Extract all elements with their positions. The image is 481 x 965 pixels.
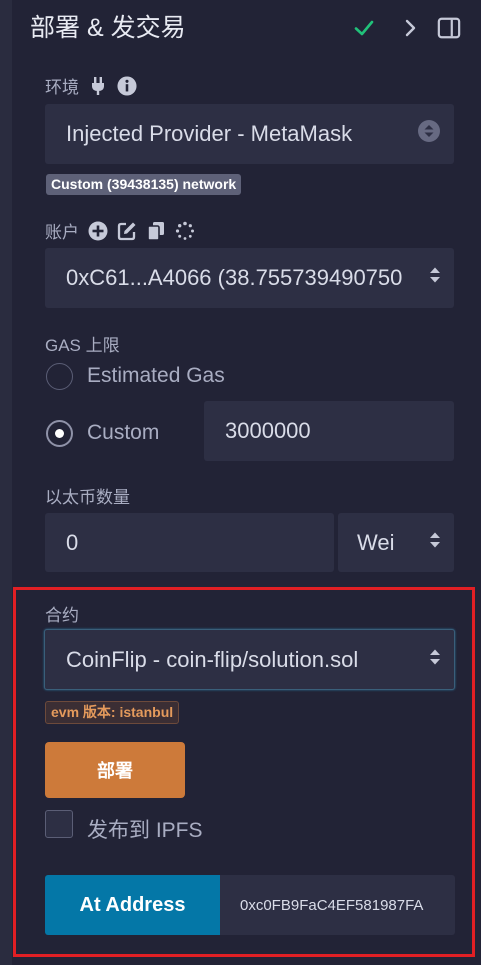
environment-value: Injected Provider - MetaMask [66, 121, 353, 146]
contract-value: CoinFlip - coin-flip/solution.sol [66, 646, 359, 672]
plus-circle-icon[interactable] [88, 221, 108, 241]
custom-gas-label[interactable]: Custom [87, 421, 159, 445]
select-arrows-icon [428, 264, 442, 292]
publish-ipfs-checkbox[interactable] [45, 810, 73, 838]
panel-header: 部署 & 发交易 [30, 10, 470, 46]
environment-select[interactable]: Injected Provider - MetaMask [45, 104, 454, 164]
chevron-right-icon[interactable] [398, 16, 422, 40]
value-input[interactable]: 0 [45, 513, 334, 572]
account-label-text: 账户 [45, 223, 79, 242]
copy-icon[interactable] [146, 221, 166, 241]
check-icon[interactable] [352, 16, 376, 40]
gas-limit-value: 3000000 [225, 418, 311, 443]
environment-label: 环境 [45, 73, 137, 98]
account-value: 0xC61...A4066 (38.755739490750 [66, 265, 403, 290]
account-label: 账户 [45, 218, 195, 243]
value-amount: 0 [66, 529, 79, 555]
environment-label-text: 环境 [45, 78, 79, 97]
account-select[interactable]: 0xC61...A4066 (38.755739490750 [45, 248, 454, 308]
contract-label: 合约 [45, 601, 79, 626]
value-label: 以太币数量 [45, 483, 130, 508]
spinner-icon[interactable] [175, 221, 195, 241]
select-arrows-icon [418, 120, 440, 148]
panel-icon[interactable] [437, 16, 461, 40]
estimated-gas-radio[interactable] [46, 363, 73, 390]
custom-gas-radio[interactable] [46, 420, 73, 447]
select-arrows-icon [428, 529, 442, 557]
select-arrows-icon [428, 646, 442, 674]
edit-icon[interactable] [117, 221, 137, 241]
publish-ipfs-label[interactable]: 发布到 IPFS [87, 814, 203, 844]
contract-select[interactable]: CoinFlip - coin-flip/solution.sol [44, 629, 455, 690]
estimated-gas-label[interactable]: Estimated Gas [87, 364, 225, 388]
evm-version-badge: evm 版本: istanbul [45, 701, 180, 724]
info-icon[interactable] [117, 75, 137, 96]
network-badge: Custom (39438135) network [46, 174, 242, 195]
at-address-value: 0xc0FB9FaC4EF581987FA [240, 896, 424, 914]
gas-limit-input[interactable]: 3000000 [204, 401, 454, 461]
left-panel-edge [0, 0, 12, 965]
plug-icon [88, 76, 108, 96]
value-label-text: 以太币数量 [45, 488, 130, 507]
unit-select[interactable]: Wei [338, 513, 454, 572]
deploy-button[interactable]: 部署 [45, 742, 185, 798]
panel-title: 部署 & 发交易 [30, 14, 186, 42]
at-address-button[interactable]: At Address [45, 875, 220, 935]
gas-limit-label: GAS 上限 [45, 331, 120, 356]
contract-label-text: 合约 [45, 606, 79, 625]
unit-value: Wei [357, 529, 395, 555]
gas-limit-label-text: GAS 上限 [45, 336, 120, 355]
at-address-input[interactable]: 0xc0FB9FaC4EF581987FA [220, 875, 455, 935]
